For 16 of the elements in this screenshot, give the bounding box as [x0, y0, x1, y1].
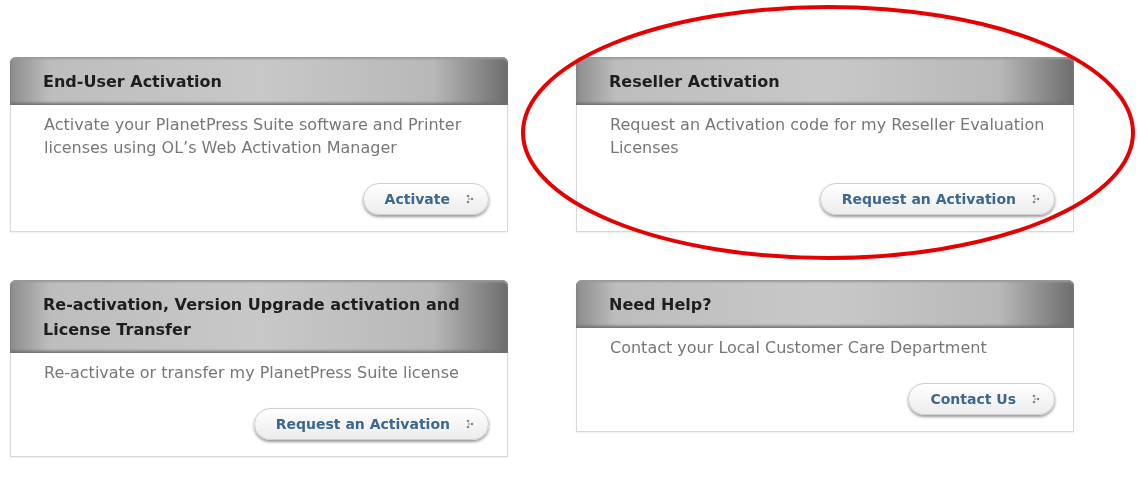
arrow-icon	[466, 419, 474, 429]
arrow-icon	[1032, 394, 1040, 404]
action-button[interactable]: Request an Activation	[819, 183, 1055, 215]
action-button[interactable]: Request an Activation	[253, 408, 489, 440]
card-title: Reseller Activation	[576, 57, 1074, 105]
card-description: Activate your PlanetPress Suite software and Printer licenses using OL’s Web Activation Manager	[44, 114, 463, 159]
card-description: Request an Activation code for my Reseller Evaluation Licenses	[610, 114, 1046, 159]
card-description: Re-activate or transfer my PlanetPress Suite license	[44, 362, 460, 384]
arrow-icon	[466, 194, 474, 204]
card-title: Re-activation, Version Upgrade activation and License Transfer	[10, 280, 508, 353]
card-description: Contact your Local Customer Care Department	[610, 337, 988, 359]
action-button[interactable]: Contact Us	[908, 383, 1055, 415]
card-title: Need Help?	[576, 280, 1074, 328]
card-title: End-User Activation	[10, 57, 508, 105]
arrow-icon	[1032, 194, 1040, 204]
action-button[interactable]: Activate	[362, 183, 489, 215]
